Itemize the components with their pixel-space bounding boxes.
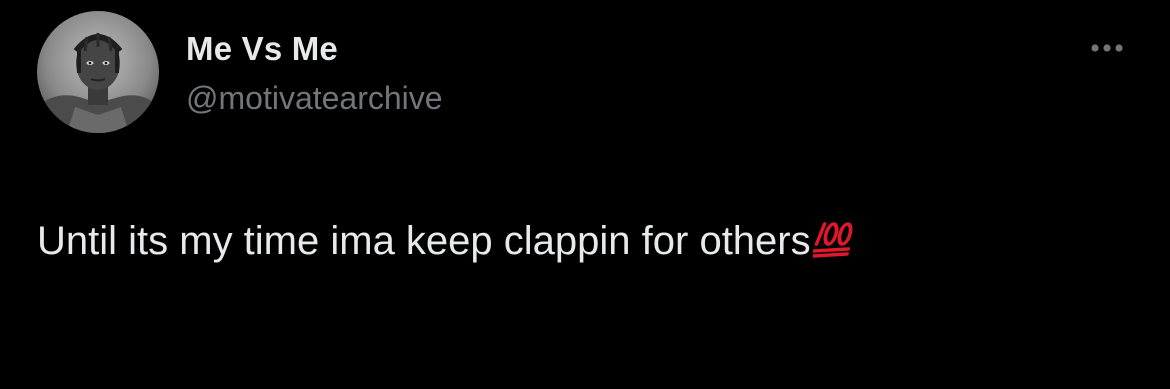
avatar[interactable] <box>37 11 159 133</box>
more-options-button[interactable] <box>1085 36 1131 60</box>
tweet-text: Until its my time ima keep clappin for o… <box>37 219 811 263</box>
user-handle[interactable]: @motivatearchive <box>186 80 443 117</box>
tweet-card: Me Vs Me @motivatearchive Until its my t… <box>0 0 1170 389</box>
tweet-text-line: Until its my time ima keep clappin for o… <box>37 218 859 268</box>
hundred-points-icon <box>810 218 859 268</box>
more-horizontal-icon <box>1091 44 1123 52</box>
avatar-photo <box>37 11 159 133</box>
display-name[interactable]: Me Vs Me <box>186 30 338 68</box>
